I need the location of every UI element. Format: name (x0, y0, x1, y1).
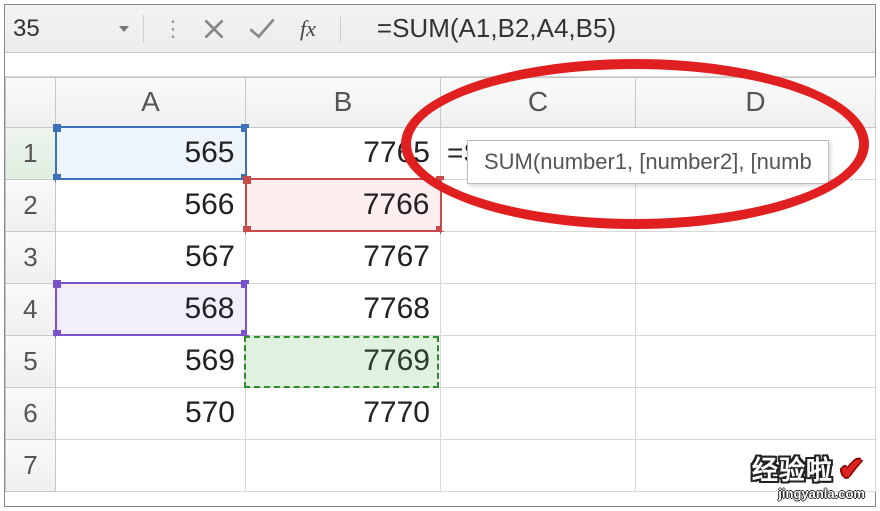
cell-A3[interactable]: 567 (56, 231, 246, 283)
row-header-7[interactable]: 7 (6, 439, 56, 491)
row-header-4[interactable]: 4 (6, 283, 56, 335)
function-tooltip: SUM(number1, [number2], [numb (467, 140, 829, 184)
spreadsheet-grid[interactable]: A B C D 1 565 7765 =SUM(A1,B2,A4,B5) (5, 77, 875, 492)
col-header-A[interactable]: A (56, 78, 246, 128)
formula-input[interactable]: =SUM(A1,B2,A4,B5) (351, 5, 869, 52)
cancel-button[interactable] (190, 5, 238, 52)
cell-B5[interactable]: 7769 (246, 335, 441, 387)
formula-ref-b2: B2 (498, 13, 530, 44)
row-header-2[interactable]: 2 (6, 179, 56, 231)
col-header-B[interactable]: B (246, 78, 441, 128)
cell-C7[interactable] (441, 439, 636, 491)
formula-bar: 35 ⋮ fx =SUM(A1,B2,A4,B5) (5, 5, 875, 53)
cell-B3[interactable]: 7767 (246, 231, 441, 283)
cell-C5[interactable] (441, 335, 636, 387)
cell-D2[interactable] (636, 179, 876, 231)
cell-A4[interactable]: 568 (56, 283, 246, 335)
name-box-dropdown[interactable] (115, 5, 133, 52)
cell-B2[interactable]: 7766 (246, 179, 441, 231)
formula-text: =SUM( (377, 13, 459, 44)
cell-D4[interactable] (636, 283, 876, 335)
more-icon: ⋮ (154, 16, 190, 42)
check-icon: ✔ (839, 453, 865, 486)
cell-D5[interactable] (636, 335, 876, 387)
fx-label[interactable]: fx (286, 16, 330, 42)
toolbar-gap (5, 53, 875, 77)
cell-A6[interactable]: 570 (56, 387, 246, 439)
cell-C2[interactable] (441, 179, 636, 231)
cell-A1[interactable]: 565 (56, 127, 246, 179)
row-header-6[interactable]: 6 (6, 387, 56, 439)
formula-ref-a1: A1 (459, 13, 491, 44)
cell-A2[interactable]: 566 (56, 179, 246, 231)
formula-ref-b5: B5 (576, 13, 608, 44)
select-all-corner[interactable] (6, 78, 56, 128)
cell-A5[interactable]: 569 (56, 335, 246, 387)
name-box[interactable]: 35 (5, 5, 55, 52)
cell-C4[interactable] (441, 283, 636, 335)
separator (340, 15, 341, 43)
cell-B7[interactable] (246, 439, 441, 491)
cell-A7[interactable] (56, 439, 246, 491)
col-header-D[interactable]: D (636, 78, 876, 128)
watermark: 经验啦✔ jingyanla.com (752, 455, 865, 500)
confirm-button[interactable] (238, 5, 286, 52)
cell-B4[interactable]: 7768 (246, 283, 441, 335)
row-header-5[interactable]: 5 (6, 335, 56, 387)
separator (143, 15, 144, 43)
cell-C6[interactable] (441, 387, 636, 439)
row-header-3[interactable]: 3 (6, 231, 56, 283)
cell-D3[interactable] (636, 231, 876, 283)
col-header-C[interactable]: C (441, 78, 636, 128)
row-header-1[interactable]: 1 (6, 127, 56, 179)
cell-D6[interactable] (636, 387, 876, 439)
formula-ref-a4: A4 (537, 13, 569, 44)
cell-C3[interactable] (441, 231, 636, 283)
cell-B6[interactable]: 7770 (246, 387, 441, 439)
cell-B1[interactable]: 7765 (246, 127, 441, 179)
